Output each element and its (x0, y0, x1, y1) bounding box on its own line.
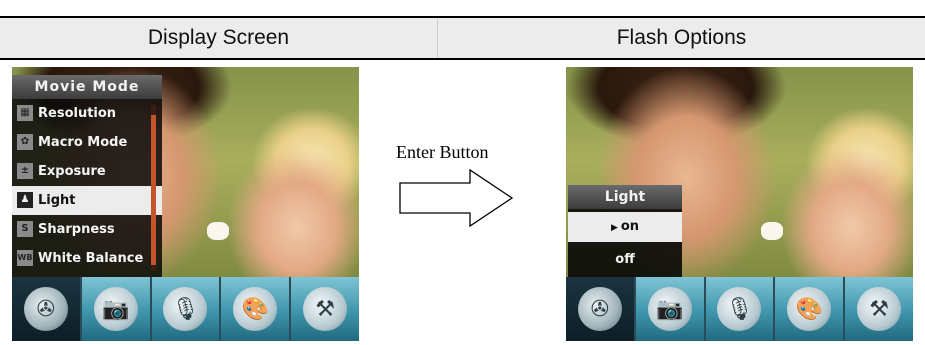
menu-item-white-balance[interactable]: WB White Balance (12, 244, 162, 273)
menu-item-label: Exposure (38, 164, 106, 179)
tab-effects[interactable]: 🎨 (221, 277, 292, 341)
pointer-icon: ▶ (610, 223, 618, 233)
menu-item-resolution[interactable]: ▦ Resolution (12, 99, 162, 128)
option-on[interactable]: ▶ on (568, 212, 682, 242)
popup-title: Light (568, 185, 682, 209)
tab-movie[interactable]: ✇ (12, 277, 82, 341)
menu-item-sharpness[interactable]: S Sharpness (12, 215, 162, 244)
tab-audio[interactable]: 🎙 (705, 277, 776, 341)
camera-icon: 📷 (93, 287, 138, 331)
movie-reel-icon: ✇ (577, 287, 622, 331)
palette-icon: 🎨 (787, 287, 832, 331)
display-screen-panel: Movie Mode ▦ Resolution ✿ Macro Mode ± E… (12, 67, 359, 341)
option-label: off (615, 252, 635, 267)
exposure-icon: ± (17, 163, 33, 179)
display-screen-heading: Display Screen (147, 26, 290, 49)
enter-button-label: Enter Button (396, 142, 489, 162)
tab-setup[interactable]: ⚒ (845, 277, 913, 341)
tab-setup[interactable]: ⚒ (291, 277, 359, 341)
option-off[interactable]: off (568, 245, 682, 275)
menu-item-label: Light (38, 193, 76, 208)
mode-toolbar: ✇ 📷 🎙 🎨 ⚒ (12, 277, 359, 341)
light-options-popup: Light ▶ on off (568, 185, 682, 277)
option-label: on (620, 219, 640, 234)
mode-toolbar: ✇ 📷 🎙 🎨 ⚒ (566, 277, 913, 341)
menu-item-label: Resolution (38, 106, 117, 121)
palette-icon: 🎨 (233, 287, 278, 331)
photo-detail (207, 222, 229, 240)
photo-detail (761, 222, 783, 240)
flash-options-heading: Flash Options (616, 26, 747, 49)
white-balance-icon: WB (17, 250, 33, 266)
menu-scrollbar-thumb[interactable] (151, 115, 156, 265)
camera-icon: 📷 (647, 287, 692, 331)
tools-icon: ⚒ (857, 287, 902, 331)
tab-camera[interactable]: 📷 (81, 277, 152, 341)
sharpness-icon: S (17, 221, 33, 237)
flash-options-panel: Light ▶ on off ✇ 📷 🎙 🎨 ⚒ (566, 67, 913, 341)
tab-audio[interactable]: 🎙 (151, 277, 222, 341)
light-icon: ♟ (17, 192, 33, 208)
header-bottom-rule (0, 58, 925, 60)
tools-icon: ⚒ (303, 287, 348, 331)
microphone-icon: 🎙 (163, 287, 208, 331)
microphone-icon: 🎙 (717, 287, 762, 331)
menu-title: Movie Mode (12, 75, 162, 99)
tab-camera[interactable]: 📷 (635, 277, 706, 341)
menu-item-label: White Balance (38, 251, 144, 266)
tab-movie[interactable]: ✇ (566, 277, 636, 341)
movie-reel-icon: ✇ (23, 287, 68, 331)
resolution-icon: ▦ (17, 105, 33, 121)
menu-item-light[interactable]: ♟ Light (12, 186, 162, 215)
tab-effects[interactable]: 🎨 (775, 277, 846, 341)
right-arrow-icon (399, 168, 514, 228)
menu-item-label: Sharpness (38, 222, 115, 237)
macro-icon: ✿ (17, 134, 33, 150)
menu-item-macro-mode[interactable]: ✿ Macro Mode (12, 128, 162, 157)
menu-item-label: Macro Mode (38, 135, 128, 150)
menu-item-exposure[interactable]: ± Exposure (12, 157, 162, 186)
movie-mode-menu: Movie Mode ▦ Resolution ✿ Macro Mode ± E… (12, 75, 162, 279)
